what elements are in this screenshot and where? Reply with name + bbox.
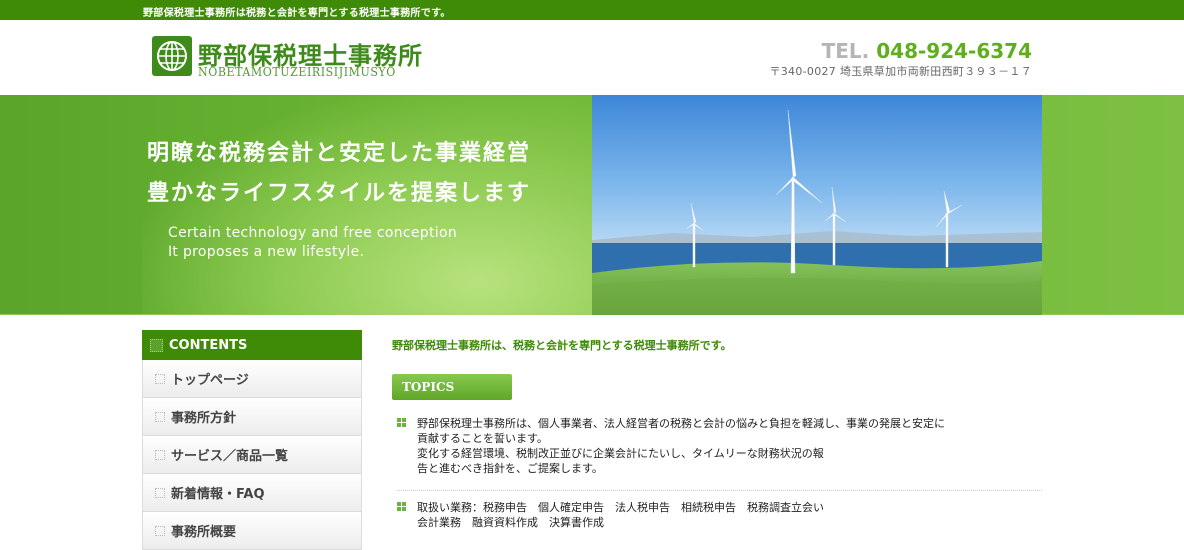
intro-text: 野部保税理士事務所は、税務と会計を専門とする税理士事務所です。 bbox=[392, 339, 732, 352]
hero-banner: 明瞭な税務会計と安定した事業経営 豊かなライフスタイルを提案します Certai… bbox=[0, 95, 1184, 315]
bullet-icon bbox=[397, 418, 407, 428]
sidebar-item-label: サービス／商品一覧 bbox=[171, 449, 289, 464]
top-bar-text: 野部保税理士事務所は税務と会計を専門とする税理士事務所です。 bbox=[143, 8, 451, 19]
square-icon bbox=[155, 411, 165, 422]
topic-item: 取扱い業務：税務申告 個人確定申告 法人税申告 相続税申告 税務調査立会い 会計… bbox=[397, 500, 1042, 540]
hero-english-1: Certain technology and free conception bbox=[168, 225, 458, 241]
address: 〒340-0027 埼玉県草加市両新田西町３９３－１７ bbox=[769, 65, 1032, 78]
globe-icon bbox=[152, 36, 192, 76]
sidebar-item-label: 新着情報・FAQ bbox=[171, 487, 265, 502]
sidebar-item-label: トップページ bbox=[171, 373, 249, 388]
site-logo[interactable]: 野部保税理士事務所 NOBETAMOTUZEIRISIJIMUSYO bbox=[152, 36, 422, 82]
topics-heading: TOPICS bbox=[392, 374, 512, 400]
square-icon bbox=[155, 487, 165, 498]
divider bbox=[397, 490, 1042, 491]
sidebar-item-services[interactable]: サービス／商品一覧 bbox=[142, 436, 362, 474]
sidebar-header: CONTENTS bbox=[142, 330, 362, 360]
sidebar-item-label: 事務所概要 bbox=[171, 525, 237, 540]
sidebar-item-about[interactable]: 事務所概要 bbox=[142, 512, 362, 550]
hero-english-2: It proposes a new lifestyle. bbox=[168, 244, 365, 260]
square-icon bbox=[155, 449, 165, 460]
square-icon bbox=[155, 373, 165, 384]
site-header: 野部保税理士事務所 NOBETAMOTUZEIRISIJIMUSYO TEL. … bbox=[0, 20, 1184, 95]
topic-item: 野部保税理士事務所は、個人事業者、法人経営者の税務と会計の悩みと負担を軽減し、事… bbox=[397, 416, 1042, 486]
sidebar-item-top[interactable]: トップページ bbox=[142, 360, 362, 398]
sidebar-title: CONTENTS bbox=[169, 337, 248, 353]
square-icon bbox=[155, 525, 165, 536]
bullet-icon bbox=[397, 502, 407, 512]
sidebar-item-policy[interactable]: 事務所方針 bbox=[142, 398, 362, 436]
hero-headline-2: 豊かなライフスタイルを提案します bbox=[147, 181, 532, 206]
sidebar: CONTENTS トップページ 事務所方針 サービス／商品一覧 新着情報・FAQ… bbox=[142, 330, 362, 550]
logo-english-name: NOBETAMOTUZEIRISIJIMUSYO bbox=[198, 65, 396, 79]
sidebar-item-label: 事務所方針 bbox=[171, 411, 237, 426]
top-bar: 野部保税理士事務所は税務と会計を専門とする税理士事務所です。 bbox=[0, 0, 1184, 20]
tel-label: TEL. bbox=[821, 39, 870, 63]
tel-number[interactable]: 048-924-6374 bbox=[876, 39, 1032, 63]
topic-text: 野部保税理士事務所は、個人事業者、法人経営者の税務と会計の悩みと負担を軽減し、事… bbox=[417, 417, 945, 475]
square-icon bbox=[150, 338, 163, 352]
hero-headline-1: 明瞭な税務会計と安定した事業経営 bbox=[147, 141, 532, 166]
telephone: TEL. 048-924-6374 bbox=[822, 39, 1032, 63]
wind-turbine-photo bbox=[592, 95, 1042, 315]
sidebar-item-news[interactable]: 新着情報・FAQ bbox=[142, 474, 362, 512]
topic-text: 取扱い業務：税務申告 個人確定申告 法人税申告 相続税申告 税務調査立会い 会計… bbox=[417, 501, 824, 529]
